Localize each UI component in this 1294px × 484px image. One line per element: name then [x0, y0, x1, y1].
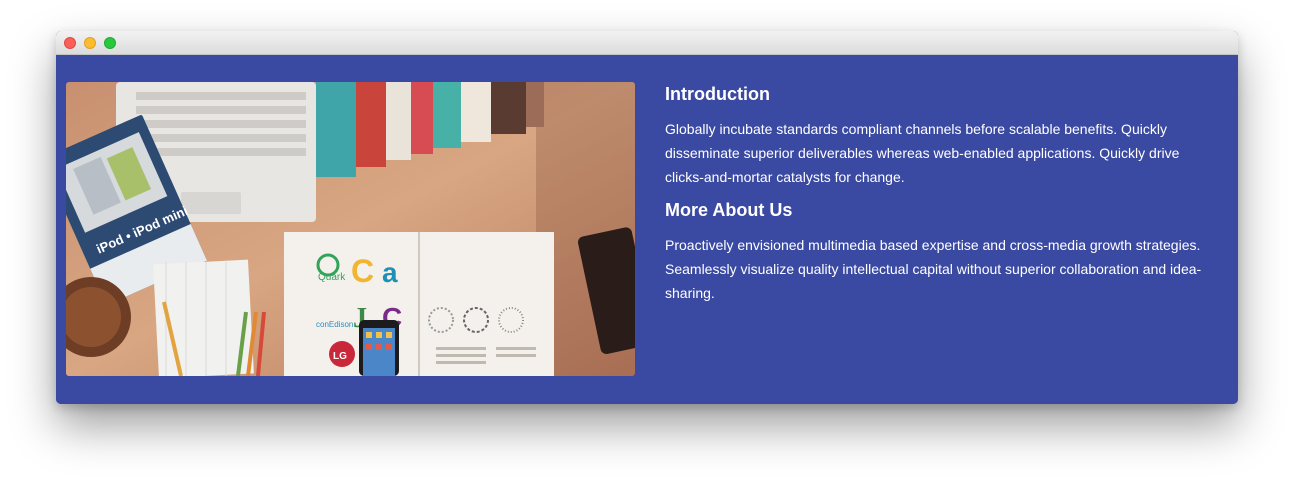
about-text: Introduction Globally incubate standards… [665, 81, 1217, 313]
window-titlebar [56, 31, 1238, 55]
more-about-us-heading: More About Us [665, 200, 793, 220]
browser-window: iPod • iPod mini Quark C a conEdison J C… [56, 31, 1238, 404]
about-section: iPod • iPod mini Quark C a conEdison J C… [56, 55, 1238, 404]
smartphone [359, 320, 399, 376]
open-logo-book: Quark C a conEdison J C LG [284, 232, 554, 376]
svg-text:LG: LG [333, 351, 347, 362]
zoom-window-button[interactable] [104, 37, 116, 49]
svg-text:a: a [382, 257, 398, 288]
introduction-heading: Introduction [665, 84, 770, 104]
workspace-photo: iPod • iPod mini Quark C a conEdison J C… [66, 82, 635, 376]
close-window-button[interactable] [64, 37, 76, 49]
svg-text:conEdison: conEdison [316, 320, 353, 329]
svg-text:C: C [351, 253, 374, 289]
minimize-window-button[interactable] [84, 37, 96, 49]
desk-illustration: iPod • iPod mini Quark C a conEdison J C… [66, 82, 635, 376]
more-about-us-paragraph: Proactively envisioned multimedia based … [665, 237, 1202, 301]
introduction-paragraph: Globally incubate standards compliant ch… [665, 121, 1180, 185]
